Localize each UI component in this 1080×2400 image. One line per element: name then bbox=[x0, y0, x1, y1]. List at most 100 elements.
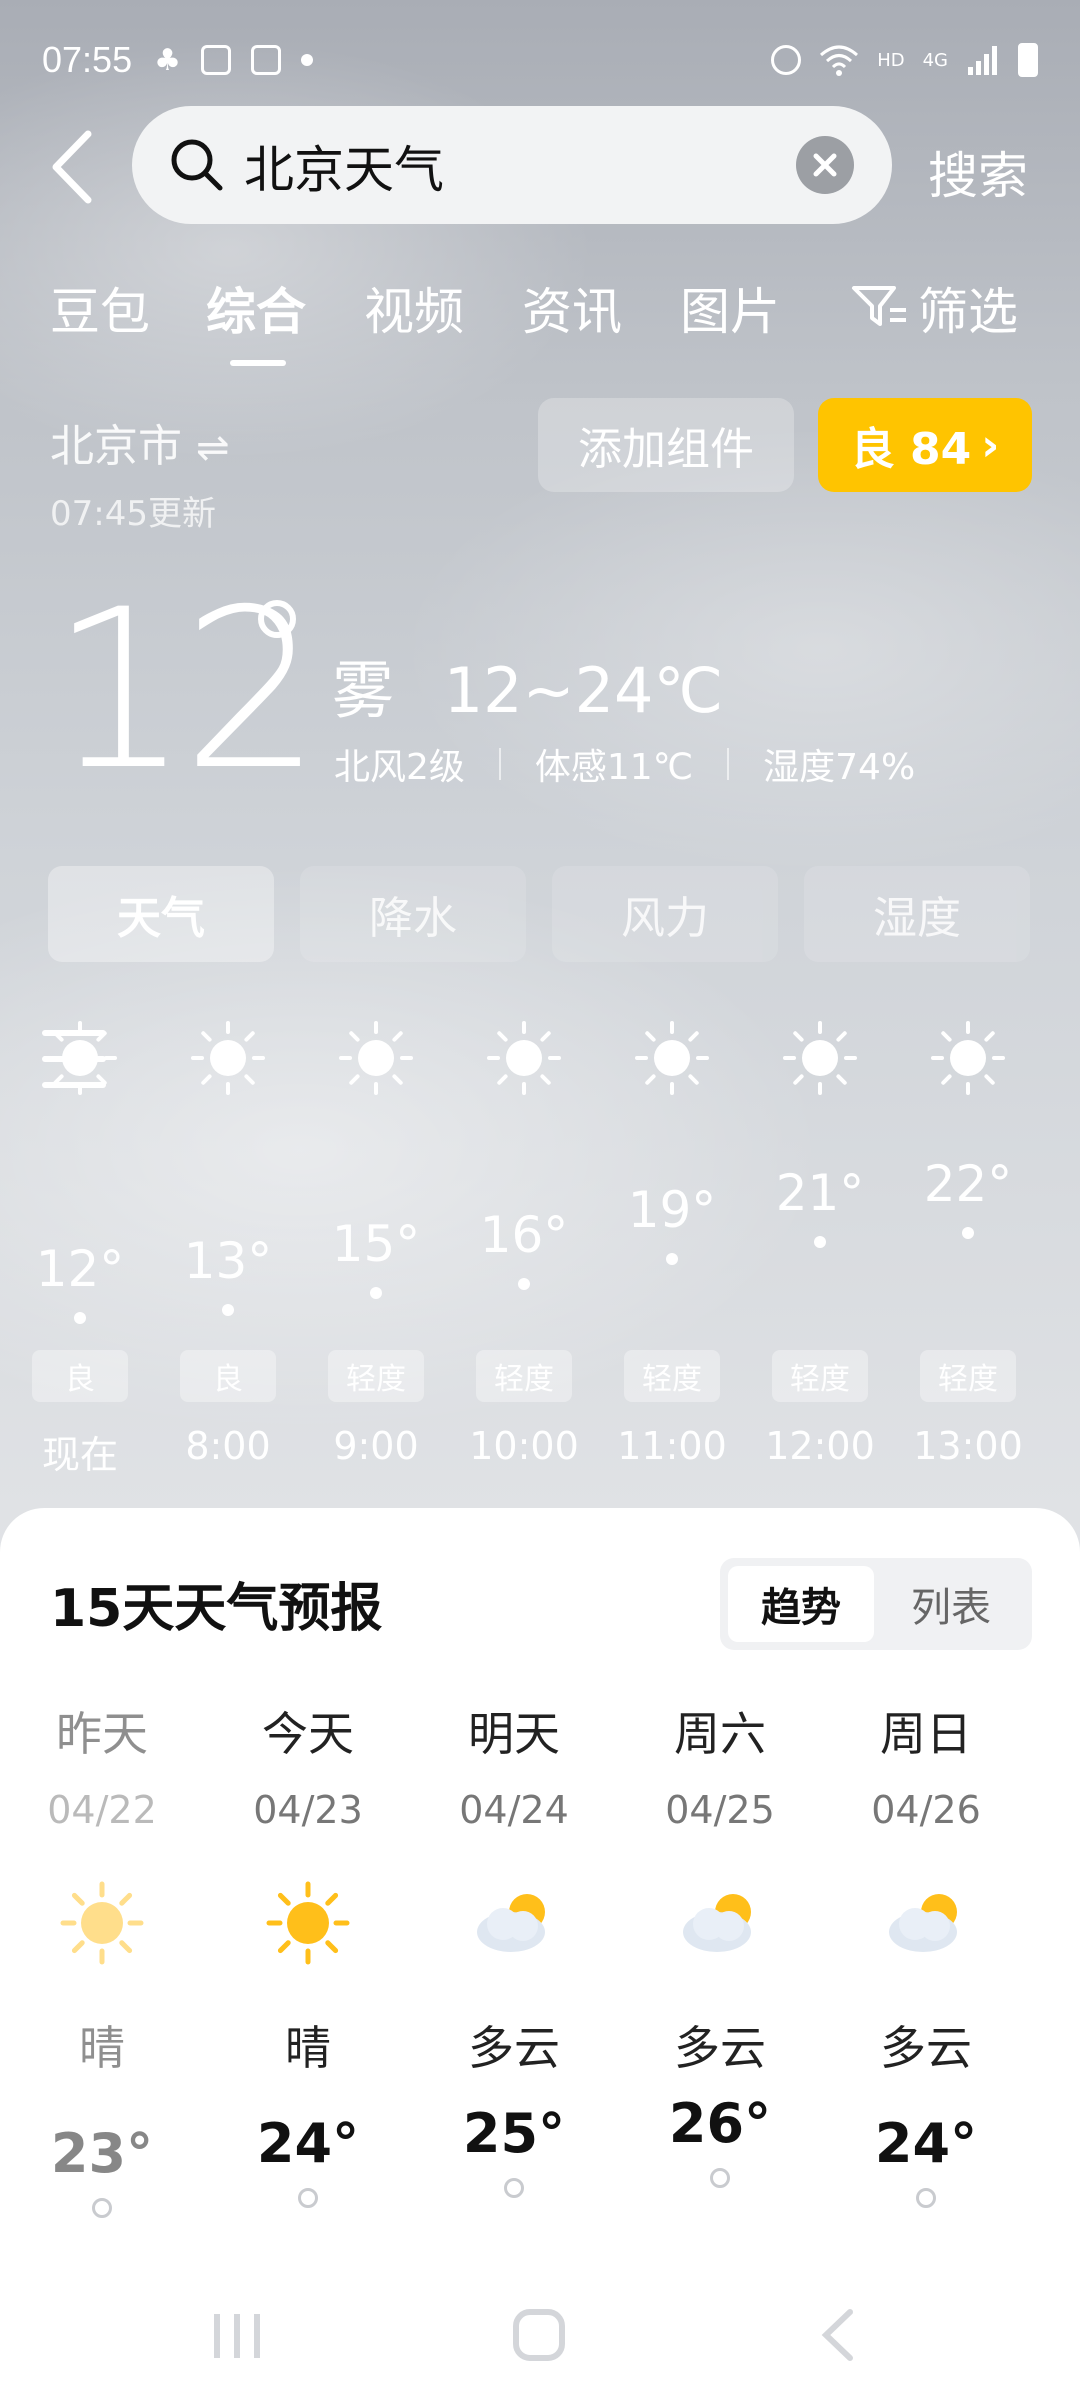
hourly-temperature: 21° bbox=[775, 1163, 865, 1222]
filter-icon bbox=[852, 286, 906, 326]
divider bbox=[727, 748, 730, 780]
temperature-point bbox=[710, 2168, 730, 2188]
hourly-aqi-badge: 轻度 bbox=[476, 1350, 572, 1402]
sun-icon bbox=[931, 1021, 1005, 1095]
clear-icon[interactable] bbox=[796, 136, 854, 194]
clock-app-icon bbox=[251, 45, 281, 75]
cloudy-icon bbox=[477, 1894, 545, 1952]
tab-comprehensive[interactable]: 综合 bbox=[206, 272, 306, 344]
city-name: 北京市 bbox=[50, 421, 182, 472]
day-column[interactable]: 周日 04/26 多云 bbox=[826, 1698, 1026, 2078]
switch-city-icon: ⇌ bbox=[196, 425, 230, 471]
hourly-time: 9:00 bbox=[333, 1424, 419, 1468]
voicemail-icon bbox=[201, 45, 231, 75]
back-nav-icon[interactable] bbox=[821, 2309, 853, 2361]
day-date: 04/22 bbox=[47, 1788, 157, 1832]
segment-humidity[interactable]: 湿度 bbox=[804, 866, 1030, 962]
hourly-temperature: 16° bbox=[479, 1206, 569, 1264]
search-icon bbox=[171, 139, 223, 191]
hourly-aqi-badge: 轻度 bbox=[328, 1350, 424, 1402]
hourly-aqi-badge: 轻度 bbox=[624, 1350, 720, 1402]
system-nav-bar bbox=[214, 2309, 853, 2361]
day-high-temperature: 24° bbox=[256, 2112, 360, 2175]
day-name: 周六 bbox=[674, 1707, 766, 1761]
recycle-icon bbox=[771, 45, 802, 75]
day-date: 04/23 bbox=[253, 1788, 363, 1832]
condition-text: 雾 bbox=[332, 654, 395, 727]
forecast-card: 15天天气预报 趋势 列表 昨天 04/22 晴 23° 今天 04/23 晴 24° 明天 04… bbox=[0, 1508, 1080, 2400]
day-high-temperature: 26° bbox=[668, 2092, 772, 2155]
segment-weather[interactable]: 天气 bbox=[48, 866, 274, 962]
battery-icon bbox=[1018, 43, 1038, 77]
day-column[interactable]: 昨天 04/22 晴 bbox=[2, 1698, 202, 2078]
city-selector[interactable]: 北京市 ⇌ bbox=[50, 410, 230, 474]
status-bar: 07:55 ♣ HD 4G bbox=[42, 30, 1038, 90]
day-date: 04/25 bbox=[665, 1788, 775, 1832]
temperature-point bbox=[518, 1278, 530, 1290]
temperature-point bbox=[222, 1303, 234, 1316]
search-input[interactable]: 北京天气 bbox=[132, 106, 892, 224]
temperature-point bbox=[916, 2188, 936, 2208]
sun-icon bbox=[43, 1021, 117, 1095]
sun-icon bbox=[191, 1021, 265, 1095]
signal-icon bbox=[968, 46, 997, 75]
tab-filter[interactable]: 筛选 bbox=[850, 272, 1018, 344]
day-condition: 多云 bbox=[468, 2021, 560, 2075]
search-query[interactable]: 北京天气 bbox=[244, 130, 444, 202]
wind-info: 北风2级 bbox=[334, 747, 465, 788]
hourly-time: 现在 bbox=[41, 1433, 118, 1477]
tab-news[interactable]: 资讯 bbox=[522, 272, 622, 344]
day-condition: 晴 bbox=[79, 2021, 125, 2075]
filter-label: 筛选 bbox=[918, 283, 1018, 341]
hourly-time: 12:00 bbox=[765, 1424, 875, 1468]
forecast-title: 15天天气预报 bbox=[50, 1579, 383, 1639]
status-time: 07:55 bbox=[42, 39, 133, 80]
home-icon[interactable] bbox=[513, 2309, 565, 2361]
hourly-temperature: 12° bbox=[35, 1240, 125, 1298]
temperature-point bbox=[74, 1312, 86, 1324]
day-name: 今天 bbox=[262, 1707, 354, 1761]
trend-view-button[interactable]: 趋势 bbox=[728, 1566, 874, 1642]
current-condition: 雾 12~24℃ bbox=[332, 640, 723, 730]
temperature-point bbox=[370, 1286, 382, 1299]
segment-precipitation[interactable]: 降水 bbox=[300, 866, 526, 962]
hourly-time: 8:00 bbox=[185, 1424, 271, 1468]
hourly-time: 10:00 bbox=[469, 1424, 579, 1468]
cloudy-icon bbox=[889, 1894, 957, 1952]
tab-video[interactable]: 视频 bbox=[364, 272, 464, 344]
tab-doubao[interactable]: 豆包 bbox=[50, 272, 150, 344]
hourly-time: 11:00 bbox=[617, 1424, 727, 1468]
chevron-right-icon: › bbox=[981, 419, 1000, 471]
tab-images[interactable]: 图片 bbox=[680, 272, 780, 344]
list-view-button[interactable]: 列表 bbox=[878, 1566, 1024, 1642]
search-button[interactable]: 搜索 bbox=[928, 136, 1028, 208]
day-high-temperature: 23° bbox=[50, 2122, 154, 2185]
recents-icon[interactable] bbox=[214, 2314, 260, 2358]
update-time: 07:45更新 bbox=[50, 494, 216, 534]
sun-icon bbox=[635, 1021, 709, 1095]
feels-like-info: 体感11℃ bbox=[534, 747, 694, 788]
back-arrow-icon[interactable] bbox=[38, 122, 108, 212]
current-details: 北风2级 体感11℃ 湿度74% bbox=[334, 738, 915, 790]
day-column[interactable]: 明天 04/24 多云 bbox=[414, 1698, 614, 2078]
hourly-temperature: 15° bbox=[331, 1214, 421, 1273]
humidity-info: 湿度74% bbox=[763, 747, 916, 788]
network-hd-label: HD bbox=[877, 49, 905, 71]
day-column[interactable]: 周六 04/25 多云 bbox=[620, 1698, 820, 2078]
hourly-aqi-badge: 轻度 bbox=[772, 1350, 868, 1402]
day-column[interactable]: 今天 04/23 晴 bbox=[208, 1698, 408, 2078]
add-widget-button[interactable]: 添加组件 bbox=[538, 398, 794, 492]
day-high-temperature: 25° bbox=[462, 2102, 566, 2165]
cloudy-icon bbox=[683, 1894, 751, 1952]
active-tab-indicator bbox=[230, 360, 286, 366]
sun-icon bbox=[487, 1021, 561, 1095]
temperature-point bbox=[92, 2198, 112, 2218]
aqi-button[interactable]: 良 84 › bbox=[818, 398, 1032, 492]
temperature-point bbox=[298, 2188, 318, 2208]
notification-icon: ♣ bbox=[154, 42, 181, 78]
hourly-time: 13:00 bbox=[913, 1424, 1023, 1468]
day-condition: 晴 bbox=[285, 2021, 331, 2075]
sun-icon bbox=[783, 1021, 857, 1095]
sun-icon bbox=[339, 1021, 413, 1095]
segment-wind[interactable]: 风力 bbox=[552, 866, 778, 962]
